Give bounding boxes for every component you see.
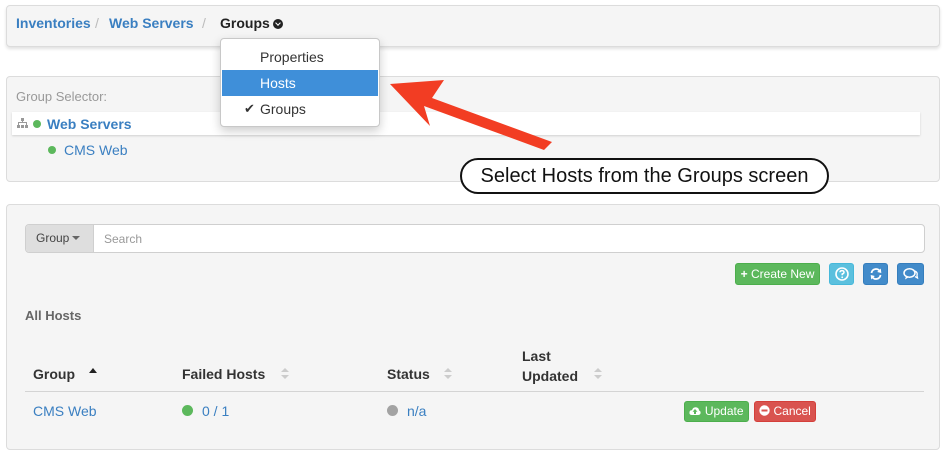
menu-item-label: Groups bbox=[260, 101, 306, 117]
annotation-arrow bbox=[390, 80, 552, 150]
menu-item-properties[interactable]: Properties bbox=[222, 44, 378, 70]
menu-item-hosts[interactable]: Hosts bbox=[222, 70, 378, 96]
menu-item-label: Properties bbox=[260, 49, 324, 65]
menu-item-label: Hosts bbox=[260, 75, 296, 91]
groups-dropdown-menu: Properties Hosts ✔ Groups bbox=[220, 38, 380, 127]
annotation-callout: Select Hosts from the Groups screen bbox=[460, 158, 829, 194]
check-icon: ✔ bbox=[244, 101, 255, 116]
menu-item-groups[interactable]: ✔ Groups bbox=[222, 96, 378, 122]
